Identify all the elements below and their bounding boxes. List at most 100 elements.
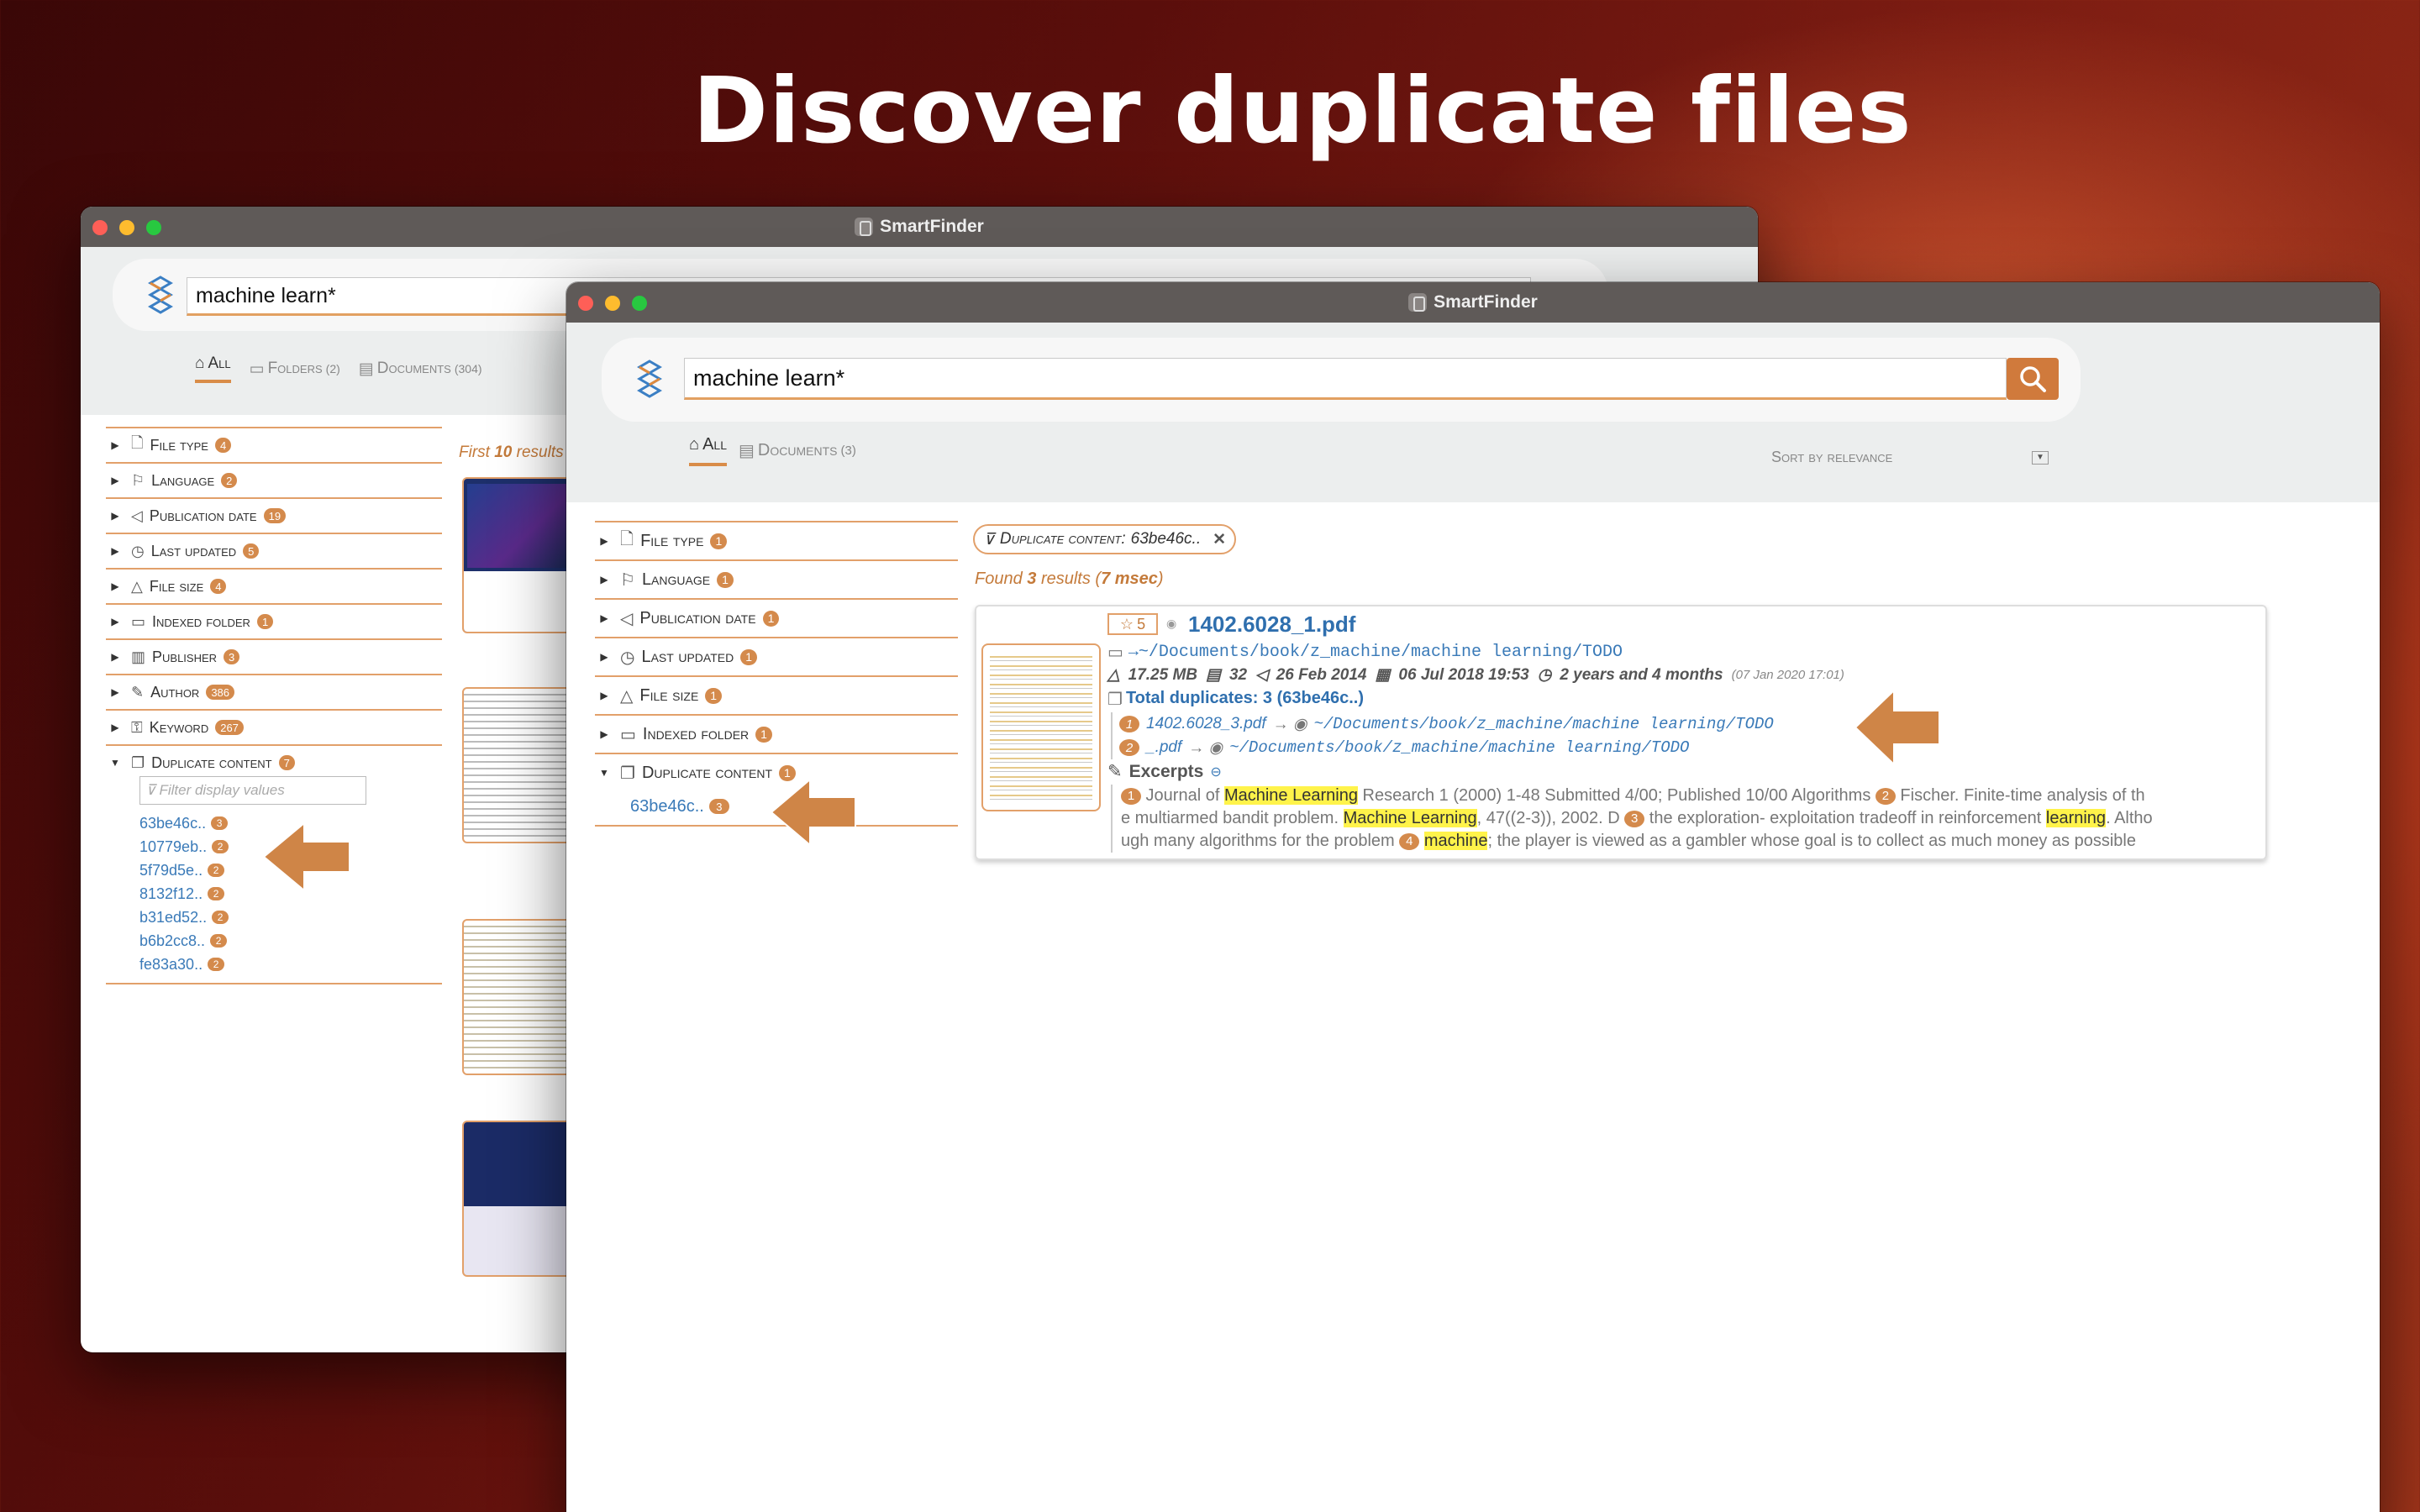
dup-value-item[interactable]: b6b2cc8.. 2 bbox=[139, 929, 442, 953]
collapsed-triangle-icon[interactable]: ▶ bbox=[595, 728, 613, 740]
duplicate-filename[interactable]: _.pdf bbox=[1146, 738, 1181, 757]
collapsed-triangle-icon[interactable]: ▶ bbox=[595, 651, 613, 663]
facet-publication-date[interactable]: ▶ ◁ Publication date 19 bbox=[106, 497, 442, 533]
facet-file-size[interactable]: ▶ △ File size 1 bbox=[595, 675, 958, 714]
smartfinder-logo-icon bbox=[637, 360, 662, 398]
pages-icon: ▤ bbox=[1206, 666, 1221, 684]
document-icon: ▤ bbox=[739, 442, 755, 460]
facet-publication-date[interactable]: ▶ ◁ Publication date 1 bbox=[595, 598, 958, 637]
clock-icon: ◷ bbox=[1537, 666, 1552, 684]
collapsed-triangle-icon[interactable]: ▶ bbox=[595, 574, 613, 585]
front-search-input[interactable]: machine learn* bbox=[684, 358, 2007, 400]
close-window-button[interactable] bbox=[578, 296, 593, 311]
minimize-window-button[interactable] bbox=[119, 220, 134, 235]
dup-value-label: 8132f12.. bbox=[139, 885, 203, 902]
collapsed-triangle-icon[interactable]: ▶ bbox=[595, 690, 613, 701]
duplicate-path[interactable]: ~/Documents/book/z_machine/machine learn… bbox=[1314, 715, 1774, 733]
collapsed-triangle-icon[interactable]: ▶ bbox=[106, 439, 124, 451]
facet-count-badge: 1 bbox=[256, 614, 274, 629]
collapsed-triangle-icon[interactable]: ▶ bbox=[106, 510, 124, 522]
collapsed-triangle-icon[interactable]: ▶ bbox=[106, 616, 124, 627]
facet-indexed-folder[interactable]: ▶ ▭ Indexed folder 1 bbox=[595, 714, 958, 753]
dup-value-count: 2 bbox=[208, 887, 225, 900]
dup-value-item[interactable]: b31ed52.. 2 bbox=[139, 906, 442, 929]
pen-icon: ✎ bbox=[131, 683, 145, 701]
window-controls bbox=[578, 296, 647, 311]
expanded-triangle-icon[interactable]: ▼ bbox=[595, 767, 613, 779]
facet-count-badge: 4 bbox=[214, 438, 232, 453]
facet-file-size[interactable]: ▶ △ File size 4 bbox=[106, 568, 442, 603]
duplicate-row[interactable]: 1 1402.6028_3.pdf → ◉ ~/Documents/book/z_ma… bbox=[1119, 712, 1774, 736]
back-result-thumb[interactable] bbox=[462, 477, 571, 633]
tab-folders[interactable]: ▭ Folders (2) bbox=[250, 354, 340, 383]
facet-label: Publication date bbox=[639, 608, 756, 627]
collapsed-triangle-icon[interactable]: ▶ bbox=[595, 612, 613, 624]
back-result-thumb[interactable] bbox=[462, 919, 571, 1075]
back-result-thumb[interactable] bbox=[462, 687, 571, 843]
collapsed-triangle-icon[interactable]: ▶ bbox=[106, 686, 124, 698]
collapsed-triangle-icon[interactable]: ▶ bbox=[106, 545, 124, 557]
collapsed-triangle-icon[interactable]: ▶ bbox=[106, 475, 124, 486]
result-thumbnail[interactable] bbox=[981, 643, 1101, 811]
dup-value-count: 2 bbox=[212, 911, 229, 924]
excerpt-text-segment: , 47((2-3)), 2002. D bbox=[1476, 809, 1625, 827]
arrow-indicator-icon bbox=[768, 774, 859, 854]
back-result-thumb[interactable] bbox=[462, 1121, 571, 1277]
duplicate-filename[interactable]: 1402.6028_3.pdf bbox=[1146, 715, 1266, 733]
sort-select[interactable]: Sort by relevance ▼ bbox=[1771, 449, 2049, 466]
active-filter-chip[interactable]: ⊽ Duplicate content: 63be46c.. ✕ bbox=[973, 524, 1237, 554]
collapsed-triangle-icon[interactable]: ▶ bbox=[106, 580, 124, 592]
zoom-window-button[interactable] bbox=[146, 220, 161, 235]
facet-publisher[interactable]: ▶ ▥ Publisher 3 bbox=[106, 638, 442, 674]
minimize-window-button[interactable] bbox=[605, 296, 620, 311]
facet-count-badge: 1 bbox=[740, 648, 758, 665]
search-button[interactable] bbox=[2007, 358, 2059, 400]
chevron-down-icon: ▼ bbox=[2032, 450, 2049, 465]
excerpt-line: 1 Journal of Machine Learning Research 1… bbox=[1121, 785, 2262, 807]
result-path[interactable]: →~/Documents/book/z_machine/machine lear… bbox=[1128, 643, 1623, 662]
edit-icon: ✎ bbox=[1107, 762, 1123, 781]
result-title[interactable]: 1402.6028_1.pdf bbox=[1188, 612, 1355, 638]
facet-keyword[interactable]: ▶ ⚿ Keyword 267 bbox=[106, 709, 442, 744]
facet-label: Indexed folder bbox=[152, 612, 250, 630]
tab-all[interactable]: ⌂ All bbox=[689, 435, 728, 466]
duplicate-path[interactable]: ~/Documents/book/z_machine/machine learn… bbox=[1229, 738, 1689, 757]
facet-language[interactable]: ▶ ⚐ Language 2 bbox=[106, 462, 442, 497]
total-duplicates[interactable]: ❐ Total duplicates: 3 (63be46c..) bbox=[1107, 689, 1364, 710]
facet-last-updated[interactable]: ▶ ◷ Last updated 1 bbox=[595, 637, 958, 675]
collapsed-triangle-icon[interactable]: ▶ bbox=[106, 722, 124, 733]
facet-author[interactable]: ▶ ✎ Author 386 bbox=[106, 674, 442, 709]
filter-values-input[interactable]: ⊽ Filter display values bbox=[139, 776, 366, 805]
excerpt-number-badge: 4 bbox=[1399, 832, 1420, 850]
dup-value-label: 63be46c.. bbox=[630, 796, 704, 816]
tab-documents[interactable]: ▤ Documents (304) bbox=[359, 354, 482, 383]
expanded-triangle-icon[interactable]: ▼ bbox=[106, 757, 124, 769]
remove-filter-icon[interactable]: ✕ bbox=[1213, 530, 1226, 549]
facet-label: File size bbox=[149, 577, 204, 595]
collapsed-triangle-icon[interactable]: ▶ bbox=[106, 651, 124, 663]
facet-file-type[interactable]: ▶ 🗋 File type 4 bbox=[106, 427, 442, 462]
rating-badge[interactable]: ☆ 5 bbox=[1107, 613, 1158, 635]
excerpt-number-badge: 2 bbox=[1875, 787, 1896, 805]
duplicate-row[interactable]: 2 _.pdf → ◉ ~/Documents/book/z_machine/mach… bbox=[1119, 736, 1774, 759]
arrow-indicator-icon bbox=[260, 818, 353, 900]
dup-value-label: 63be46c.. bbox=[139, 814, 207, 832]
clock-icon: ◷ bbox=[620, 648, 635, 667]
close-window-button[interactable] bbox=[92, 220, 108, 235]
facet-last-updated[interactable]: ▶ ◷ Last updated 5 bbox=[106, 533, 442, 568]
zoom-window-button[interactable] bbox=[632, 296, 647, 311]
tab-documents[interactable]: ▤ Documents (3) bbox=[739, 435, 856, 466]
front-facet-list: ▶ 🗋 File type 1 ▶ ⚐ Language 1 ▶ ◁ Publication dat… bbox=[595, 521, 958, 791]
dup-value-item[interactable]: fe83a30.. 2 bbox=[139, 953, 442, 976]
search-highlight: Machine Learning bbox=[1343, 809, 1477, 827]
tab-all[interactable]: ⌂ All bbox=[195, 354, 231, 383]
excerpt-text-segment: e multiarmed bandit problem. bbox=[1121, 809, 1344, 827]
facet-file-type[interactable]: ▶ 🗋 File type 1 bbox=[595, 521, 958, 559]
facet-language[interactable]: ▶ ⚐ Language 1 bbox=[595, 559, 958, 598]
collapse-icon[interactable]: ⊖ bbox=[1210, 764, 1221, 780]
arrow-right-icon: → ◉ bbox=[1272, 715, 1307, 733]
facet-indexed-folder[interactable]: ▶ ▭ Indexed folder 1 bbox=[106, 603, 442, 638]
collapsed-triangle-icon[interactable]: ▶ bbox=[595, 535, 613, 547]
arrow-indicator-icon bbox=[1852, 685, 1943, 774]
excerpts-header: ✎ Excerpts ⊖ bbox=[1107, 761, 1222, 782]
